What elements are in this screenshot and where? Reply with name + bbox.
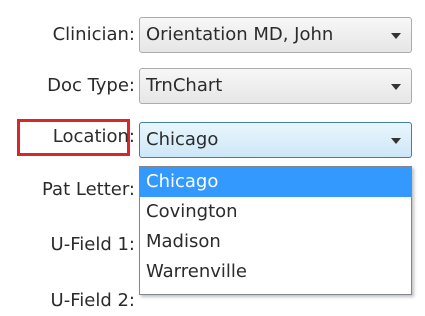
pat-letter-label: Pat Letter: <box>42 179 135 200</box>
location-combobox[interactable]: Chicago <box>139 122 412 158</box>
doc-type-label: Doc Type: <box>47 75 135 96</box>
u-field-1-label: U-Field 1: <box>50 234 135 255</box>
location-option-covington[interactable]: Covington <box>140 197 411 227</box>
clinician-label: Clinician: <box>52 24 135 45</box>
clinician-value: Orientation MD, John <box>146 24 334 45</box>
location-option-chicago[interactable]: Chicago <box>140 167 411 197</box>
location-value: Chicago <box>146 129 219 150</box>
doc-type-value: TrnChart <box>146 75 223 96</box>
location-option-madison[interactable]: Madison <box>140 227 411 257</box>
location-dropdown-list: Chicago Covington Madison Warrenville <box>139 166 412 295</box>
u-field-2-label: U-Field 2: <box>50 290 135 311</box>
chevron-down-icon <box>391 138 401 144</box>
chevron-down-icon <box>391 84 401 90</box>
doc-type-combobox[interactable]: TrnChart <box>139 68 412 104</box>
location-option-warrenville[interactable]: Warrenville <box>140 257 411 287</box>
location-label: Location: <box>52 126 135 147</box>
chevron-down-icon <box>391 33 401 39</box>
clinician-combobox[interactable]: Orientation MD, John <box>139 17 412 53</box>
